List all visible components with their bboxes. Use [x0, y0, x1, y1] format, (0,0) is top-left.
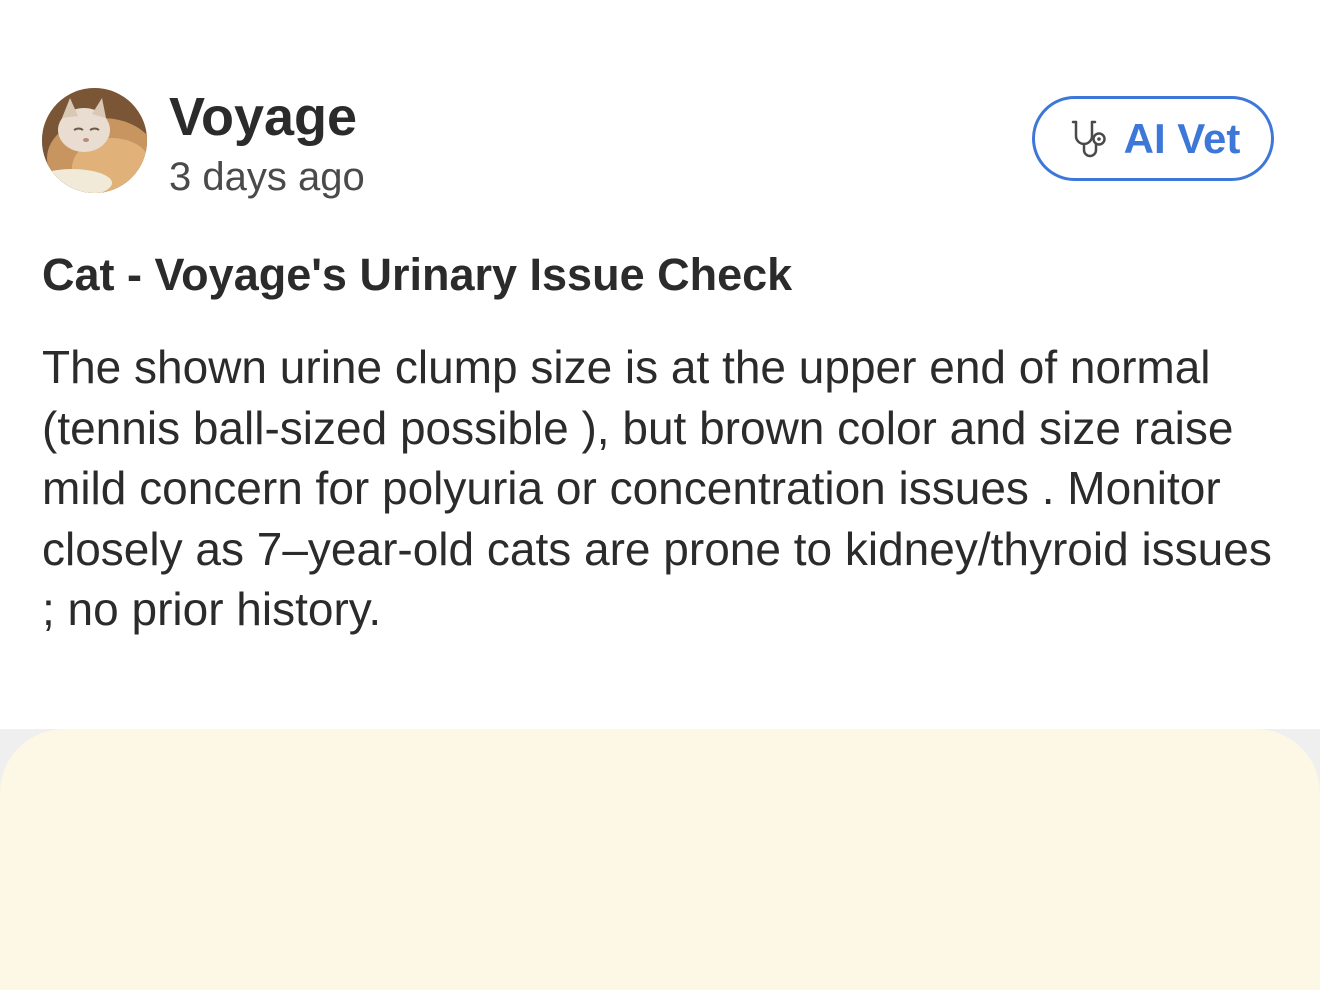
- post-timestamp: 3 days ago: [169, 155, 365, 199]
- cat-photo-icon: [42, 88, 147, 193]
- post-body: The shown urine clump size is at the upp…: [42, 341, 1272, 635]
- user-name: Voyage: [169, 87, 358, 147]
- stethoscope-icon: [1066, 116, 1112, 162]
- ai-vet-button[interactable]: AI Vet: [1032, 96, 1274, 181]
- bottom-card: [0, 729, 1320, 990]
- ai-vet-label: AI Vet: [1123, 114, 1241, 162]
- avatar[interactable]: [42, 88, 147, 193]
- post-page: Voyage 3 days ago AI Vet Cat - Voyage's …: [0, 0, 1320, 990]
- post-title: Cat - Voyage's Urinary Issue Check: [42, 249, 793, 300]
